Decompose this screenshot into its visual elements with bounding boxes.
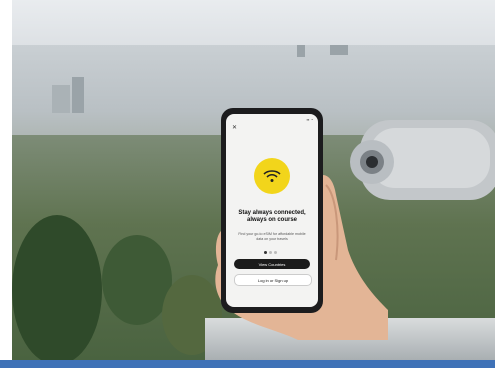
building	[72, 77, 84, 113]
close-icon[interactable]: ✕	[232, 124, 237, 131]
phone-screen: ▪▪ ◔ ✕ Stay always connected, always on …	[226, 114, 318, 307]
bottom-bar	[0, 360, 495, 368]
building	[297, 45, 305, 57]
login-signup-button[interactable]: Log in or Sign up	[234, 274, 312, 286]
view-countries-button[interactable]: View Countries	[234, 259, 310, 269]
building	[52, 85, 70, 113]
onboarding-subtext: Find your go-to eSIM for affordable mobi…	[238, 232, 306, 241]
tree	[12, 215, 102, 365]
wifi-badge	[254, 158, 290, 194]
onboarding-headline: Stay always connected, always on course	[238, 210, 306, 223]
status-bar: ▪▪ ◔	[306, 117, 313, 122]
left-border	[0, 0, 12, 368]
building	[330, 45, 348, 55]
wifi-icon	[263, 170, 281, 182]
photo-scene: ▪▪ ◔ ✕ Stay always connected, always on …	[0, 0, 495, 368]
pager-dots	[264, 251, 280, 254]
smartphone: ▪▪ ◔ ✕ Stay always connected, always on …	[221, 108, 323, 313]
